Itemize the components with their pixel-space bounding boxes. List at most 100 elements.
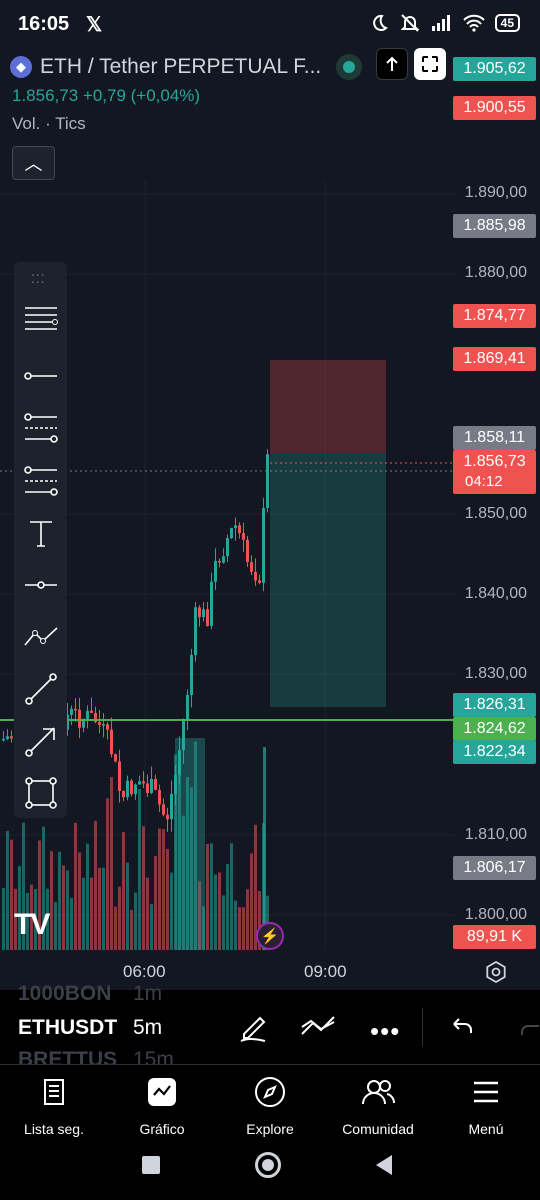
candle-body [78, 709, 81, 728]
prev-timeframe[interactable]: 1m [133, 982, 162, 1006]
draw-button[interactable] [238, 1010, 268, 1049]
candle-body [194, 607, 197, 656]
battery-indicator: 45 [494, 14, 520, 32]
fullscreen-icon [422, 56, 438, 72]
candle-body [138, 781, 141, 785]
volume-bar [50, 851, 53, 950]
drag-handle-icon[interactable]: ⁚⁚⁚ [31, 272, 45, 286]
home-button[interactable] [255, 1152, 281, 1178]
price-tick: 1.890,00 [464, 184, 527, 201]
horizontal-line-tool[interactable] [22, 566, 60, 604]
ray-line-icon [24, 372, 57, 380]
line-segment-tool[interactable] [22, 670, 60, 708]
indicators-button[interactable] [300, 1014, 336, 1043]
symbol-title[interactable]: ETH / Tether PERPETUAL F... [40, 55, 321, 79]
price-label-hline: 1.824,62 [453, 717, 536, 741]
candle-body [130, 780, 133, 795]
arrow-tool[interactable] [22, 722, 60, 760]
candle-body [214, 560, 217, 582]
volume-bar [206, 843, 209, 950]
prev-symbol[interactable]: 1000BON [18, 982, 111, 1006]
wifi-icon [462, 14, 485, 32]
price-label-entry: 1.858,11 [453, 426, 536, 450]
price-change: 1.856,73 +0,79 (+0,04%) [12, 86, 201, 105]
candle-body [230, 528, 233, 539]
volume-label: 89,91 K [453, 925, 536, 949]
volume-bar [250, 853, 253, 950]
redo-button[interactable] [518, 1016, 540, 1045]
volume-bar [118, 886, 121, 950]
volume-bar [102, 867, 105, 950]
candle-body [198, 607, 201, 618]
volume-bar [146, 877, 149, 950]
symbol-header[interactable]: ◆ ETH / Tether PERPETUAL F... [10, 52, 321, 82]
community-icon [362, 1080, 395, 1105]
more-options-icon[interactable]: ••• [370, 1016, 400, 1047]
nav-chart-label: Gráfico [139, 1121, 185, 1137]
system-navigation [0, 1144, 540, 1200]
status-bar: 16:05 𝕏 45 [0, 0, 540, 44]
nav-menu[interactable]: Menú [436, 1075, 536, 1137]
trend-line-tool[interactable] [22, 357, 60, 395]
pattern-tool[interactable] [22, 618, 60, 656]
price-label-target: 1.826,31 [453, 693, 536, 717]
volume-bar [154, 855, 157, 950]
volume-bar [210, 843, 213, 950]
symbol-toolbar: 1000BON 1m ETHUSDT 5m BRETTUS 15m ••• [0, 982, 540, 1071]
candle-body [202, 609, 205, 618]
candle-body [118, 761, 121, 791]
candle-body [178, 750, 181, 775]
back-button[interactable] [374, 1154, 394, 1176]
candle-body [186, 694, 189, 720]
text-tool[interactable] [22, 514, 60, 552]
arrow-up-icon [386, 56, 398, 71]
candle-body [10, 736, 13, 739]
symbol-selector[interactable]: ETHUSDT [18, 1016, 117, 1040]
volume-bar [238, 907, 241, 950]
candle-body [210, 581, 213, 626]
price-tick: 1.830,00 [464, 665, 527, 682]
short-position-target-zone[interactable] [270, 453, 386, 707]
share-button[interactable] [376, 48, 408, 80]
fullscreen-button[interactable] [414, 48, 446, 80]
parallel-channel-tool[interactable] [22, 462, 60, 500]
candle-body [170, 793, 173, 820]
chart-settings-button[interactable] [484, 960, 508, 989]
short-position-stop-zone[interactable] [270, 360, 386, 453]
drawing-toolbar[interactable]: ⁚⁚⁚ [14, 262, 67, 818]
rectangle-tool[interactable] [22, 774, 60, 812]
nav-chart[interactable]: Gráfico [112, 1075, 212, 1137]
price-tick: 1.840,00 [464, 585, 527, 602]
candle-body [222, 556, 225, 563]
nav-watchlist[interactable]: Lista seg. [4, 1075, 104, 1137]
recents-button[interactable] [142, 1156, 160, 1174]
lightning-icon[interactable]: ⚡ [256, 922, 284, 950]
dnd-moon-icon [372, 14, 388, 31]
volume-bar [242, 907, 245, 950]
volume-bar [166, 848, 169, 950]
horizontal-lines-tool[interactable] [22, 300, 60, 338]
candle-body [114, 754, 117, 762]
candle-body [226, 538, 229, 557]
fib-retracement-tool[interactable] [22, 409, 60, 447]
price-label-gray: 1.885,98 [453, 214, 536, 238]
price-tick: 1.880,00 [464, 264, 527, 281]
candle-body [262, 507, 265, 583]
signal-icon [431, 15, 450, 31]
market-status-icon[interactable] [336, 54, 362, 80]
price-tick: 1.810,00 [464, 826, 527, 843]
volume-bar [86, 843, 89, 950]
app-root: 16:05 𝕏 45 ◆ ETH / Tether PERPETUAL F...… [0, 0, 540, 1200]
collapse-legend-button[interactable]: ︿ [12, 146, 55, 180]
chart-canvas[interactable] [0, 180, 454, 950]
tradingview-logo[interactable]: TV [14, 908, 50, 942]
nav-community[interactable]: Comunidad [328, 1075, 428, 1137]
status-icons: 45 [369, 13, 520, 33]
watchlist-icon [44, 1079, 64, 1105]
candle-body [102, 724, 105, 726]
volume-bar [226, 864, 229, 950]
volume-indicator-label[interactable]: Vol. · Tics [12, 114, 86, 134]
undo-button[interactable] [450, 1014, 474, 1043]
nav-explore[interactable]: Explore [220, 1075, 320, 1137]
timeframe-selector[interactable]: 5m [133, 1016, 162, 1040]
